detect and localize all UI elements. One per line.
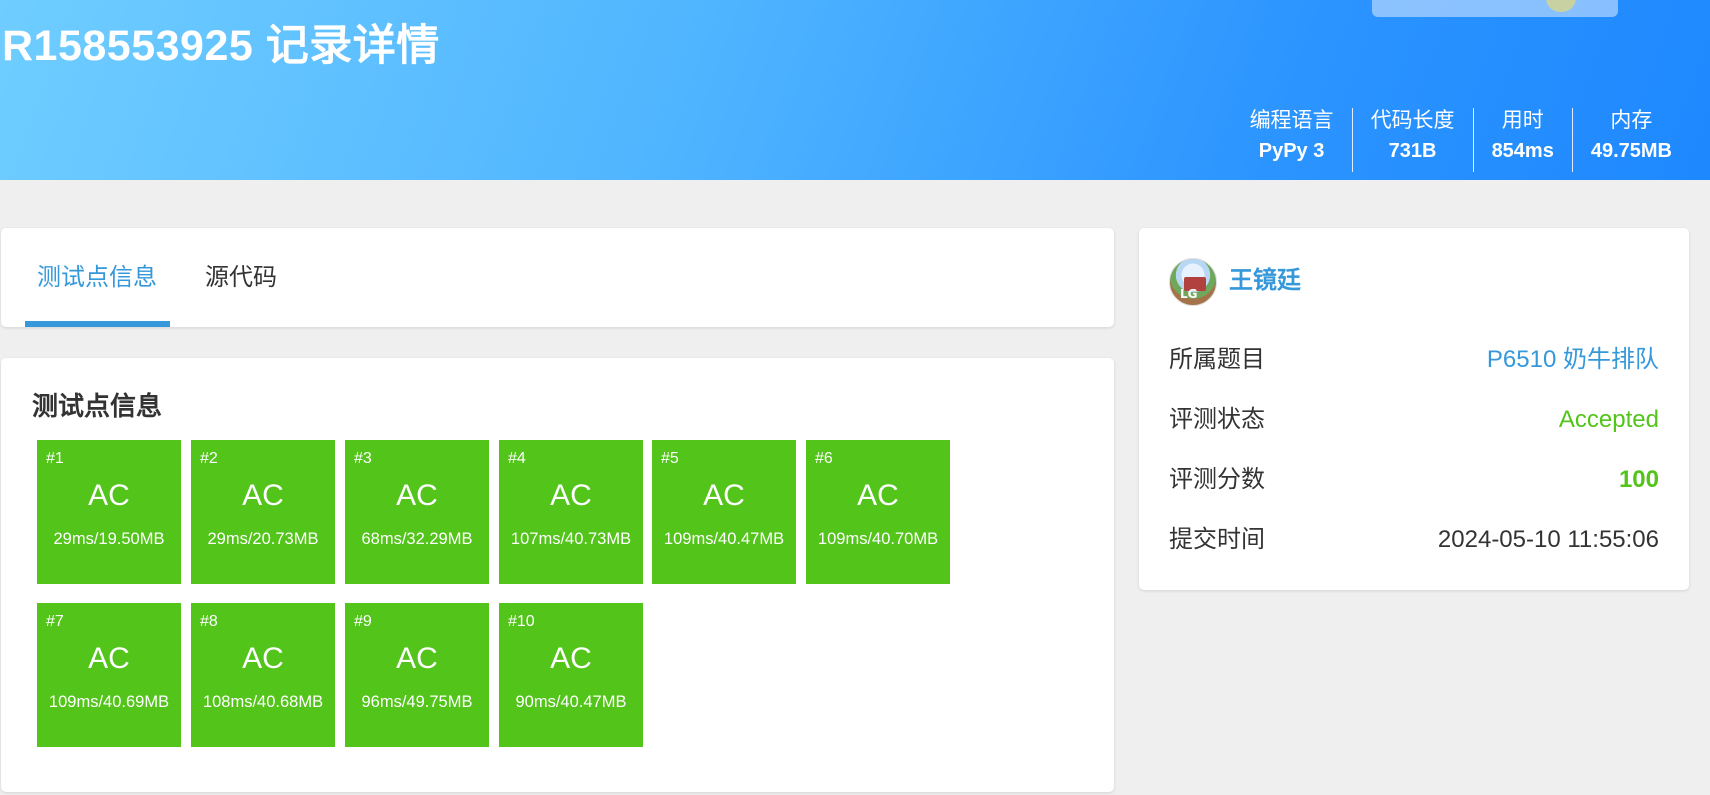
stat-time-value: 854ms	[1491, 140, 1554, 162]
info-row-problem: 所属题目 P6510 奶牛排队	[1169, 340, 1659, 380]
score-value: 100	[1618, 466, 1659, 493]
test-case-number: #10	[508, 613, 535, 630]
test-case-number: #6	[815, 450, 833, 467]
test-case-info: 90ms/40.47MB	[515, 693, 627, 711]
submit-time-value: 2024-05-10 11:55:06	[1437, 526, 1659, 553]
test-case-number: #3	[354, 450, 372, 467]
user-avatar[interactable]: LG	[1169, 258, 1217, 306]
stat-code-length-value: 731B	[1388, 140, 1437, 162]
test-case-result: AC	[857, 479, 899, 512]
test-case-3[interactable]: #3 AC 68ms/32.29MB	[345, 440, 489, 584]
test-case-6[interactable]: #6 AC 109ms/40.70MB	[806, 440, 950, 584]
test-case-result: AC	[703, 479, 745, 512]
test-case-number: #7	[46, 613, 64, 630]
test-case-9[interactable]: #9 AC 96ms/49.75MB	[345, 603, 489, 747]
test-case-info: 68ms/32.29MB	[361, 530, 473, 548]
problem-link[interactable]: P6510 奶牛排队	[1487, 340, 1659, 380]
test-case-result: AC	[242, 642, 284, 675]
test-case-info: 96ms/49.75MB	[361, 693, 473, 711]
stat-time: 用时 854ms	[1472, 108, 1572, 172]
test-case-result: AC	[88, 479, 130, 512]
test-points-title: 测试点信息	[32, 391, 163, 421]
info-key-status: 评测状态	[1169, 406, 1265, 433]
stat-code-length-label: 代码长度	[1370, 109, 1455, 132]
stat-code-length: 代码长度 731B	[1351, 108, 1473, 172]
test-case-result: AC	[242, 479, 284, 512]
test-case-info: 109ms/40.70MB	[817, 530, 939, 548]
test-case-result: AC	[396, 642, 438, 675]
test-case-result: AC	[88, 642, 130, 675]
username-link[interactable]: 王镜廷	[1229, 264, 1301, 298]
test-case-info: 109ms/40.47MB	[663, 530, 785, 548]
info-row-submit-time: 提交时间 2024-05-10 11:55:06	[1169, 520, 1659, 560]
info-row-score: 评测分数 100	[1169, 460, 1659, 500]
stat-language-value: PyPy 3	[1258, 140, 1325, 162]
test-case-result: AC	[550, 479, 592, 512]
test-case-info: 109ms/40.69MB	[48, 693, 170, 711]
test-case-8[interactable]: #8 AC 108ms/40.68MB	[191, 603, 335, 747]
test-case-number: #5	[661, 450, 679, 467]
test-case-4[interactable]: #4 AC 107ms/40.73MB	[499, 440, 643, 584]
test-case-info: 107ms/40.73MB	[510, 530, 632, 548]
stat-time-label: 用时	[1501, 109, 1544, 132]
info-key-score: 评测分数	[1169, 466, 1265, 493]
active-tab-indicator	[25, 321, 170, 327]
test-case-number: #9	[354, 613, 372, 630]
test-points-card: 测试点信息 #1 AC 29ms/19.50MB #2 AC 29ms/20.7…	[1, 358, 1114, 792]
top-avatar-icon[interactable]	[1546, 0, 1576, 12]
test-case-info: 108ms/40.68MB	[202, 693, 324, 711]
test-case-number: #1	[46, 450, 64, 467]
test-case-result: AC	[550, 642, 592, 675]
test-case-result: AC	[396, 479, 438, 512]
avatar-logo-icon: LG	[1180, 287, 1198, 301]
test-case-number: #8	[200, 613, 218, 630]
top-user-menu[interactable]	[1372, 0, 1618, 17]
test-case-5[interactable]: #5 AC 109ms/40.47MB	[652, 440, 796, 584]
info-key-problem: 所属题目	[1169, 346, 1265, 373]
test-case-7[interactable]: #7 AC 109ms/40.69MB	[37, 603, 181, 747]
info-row-status: 评测状态 Accepted	[1169, 400, 1659, 440]
tab-source-code[interactable]: 源代码	[205, 258, 277, 298]
record-stats: 编程语言 PyPy 3 代码长度 731B 用时 854ms 内存 49.75M…	[1232, 108, 1690, 172]
status-value: Accepted	[1558, 406, 1659, 433]
record-header: R158553925 记录详情 编程语言 PyPy 3 代码长度 731B 用时…	[0, 0, 1710, 180]
test-case-number: #2	[200, 450, 218, 467]
test-case-10[interactable]: #10 AC 90ms/40.47MB	[499, 603, 643, 747]
stat-language-label: 编程语言	[1249, 109, 1334, 132]
record-info-card: LG 王镜廷 所属题目 P6510 奶牛排队 评测状态 Accepted 评测分…	[1139, 228, 1689, 590]
stat-memory: 内存 49.75MB	[1571, 108, 1690, 172]
stat-memory-label: 内存	[1610, 109, 1653, 132]
stat-memory-value: 49.75MB	[1590, 140, 1672, 162]
test-case-2[interactable]: #2 AC 29ms/20.73MB	[191, 440, 335, 584]
test-case-1[interactable]: #1 AC 29ms/19.50MB	[37, 440, 181, 584]
test-case-info: 29ms/19.50MB	[53, 530, 165, 548]
info-key-submit-time: 提交时间	[1169, 526, 1265, 553]
test-case-info: 29ms/20.73MB	[207, 530, 319, 548]
stat-language: 编程语言 PyPy 3	[1232, 108, 1352, 172]
test-case-number: #4	[508, 450, 526, 467]
tabs-card: 测试点信息 源代码	[1, 228, 1114, 327]
page-title: R158553925 记录详情	[2, 22, 440, 70]
tab-test-points[interactable]: 测试点信息	[37, 258, 157, 298]
